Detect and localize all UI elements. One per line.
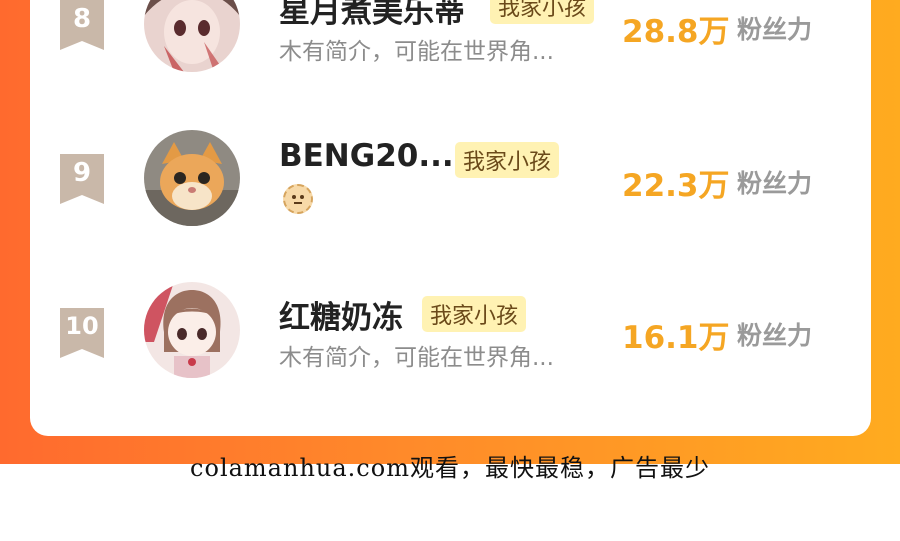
relation-tag: 我家小孩 [455,142,560,178]
fans-count: 28.8万 [622,14,730,50]
relation-tag: 我家小孩 [422,296,527,332]
face-emoji-glyph [292,195,304,204]
user-avatar[interactable] [144,130,240,226]
username[interactable]: BENG20... [279,138,454,174]
fans-label: 粉丝力 [737,321,813,350]
ranking-row[interactable]: 10 红糖奶冻 我家小孩 木有简介，可能在世界角... 16.1万 粉丝力 [0,282,900,402]
fans-label: 粉丝力 [737,15,813,44]
rank-number: 10 [65,312,99,340]
user-avatar[interactable] [144,282,240,378]
username[interactable]: 星月煮美乐蒂 [279,0,465,31]
fans-label: 粉丝力 [737,169,813,198]
rank-badge: 9 [60,154,104,204]
fans-count: 22.3万 [622,168,730,204]
user-bio: 木有简介，可能在世界角... [279,39,554,65]
fans-count: 16.1万 [622,320,730,356]
username[interactable]: 红糖奶冻 [279,292,403,337]
user-bio: 木有简介，可能在世界角... [279,345,554,371]
rank-number: 8 [72,4,92,34]
relation-tag: 我家小孩 [490,0,595,24]
chibi-girl-avatar-icon [144,282,240,378]
ranking-row[interactable]: 9 BENG20... 我家小孩 22.3万 粉丝力 [0,128,900,248]
orange-cat-avatar-icon [144,130,240,226]
watermark-footer: colamanhua.com观看，最快最稳，广告最少 [190,454,710,482]
user-avatar[interactable] [144,0,240,72]
ranking-row[interactable]: 8 星月煮美乐蒂 我家小孩 木有简介，可能在世界角... 28.8万 粉丝力 [0,0,900,94]
rank-number: 9 [72,158,92,188]
rank-badge: 10 [60,308,104,358]
rank-badge: 8 [60,0,104,50]
anime-girl-avatar-icon [144,0,240,72]
face-emoji-icon [283,184,313,214]
